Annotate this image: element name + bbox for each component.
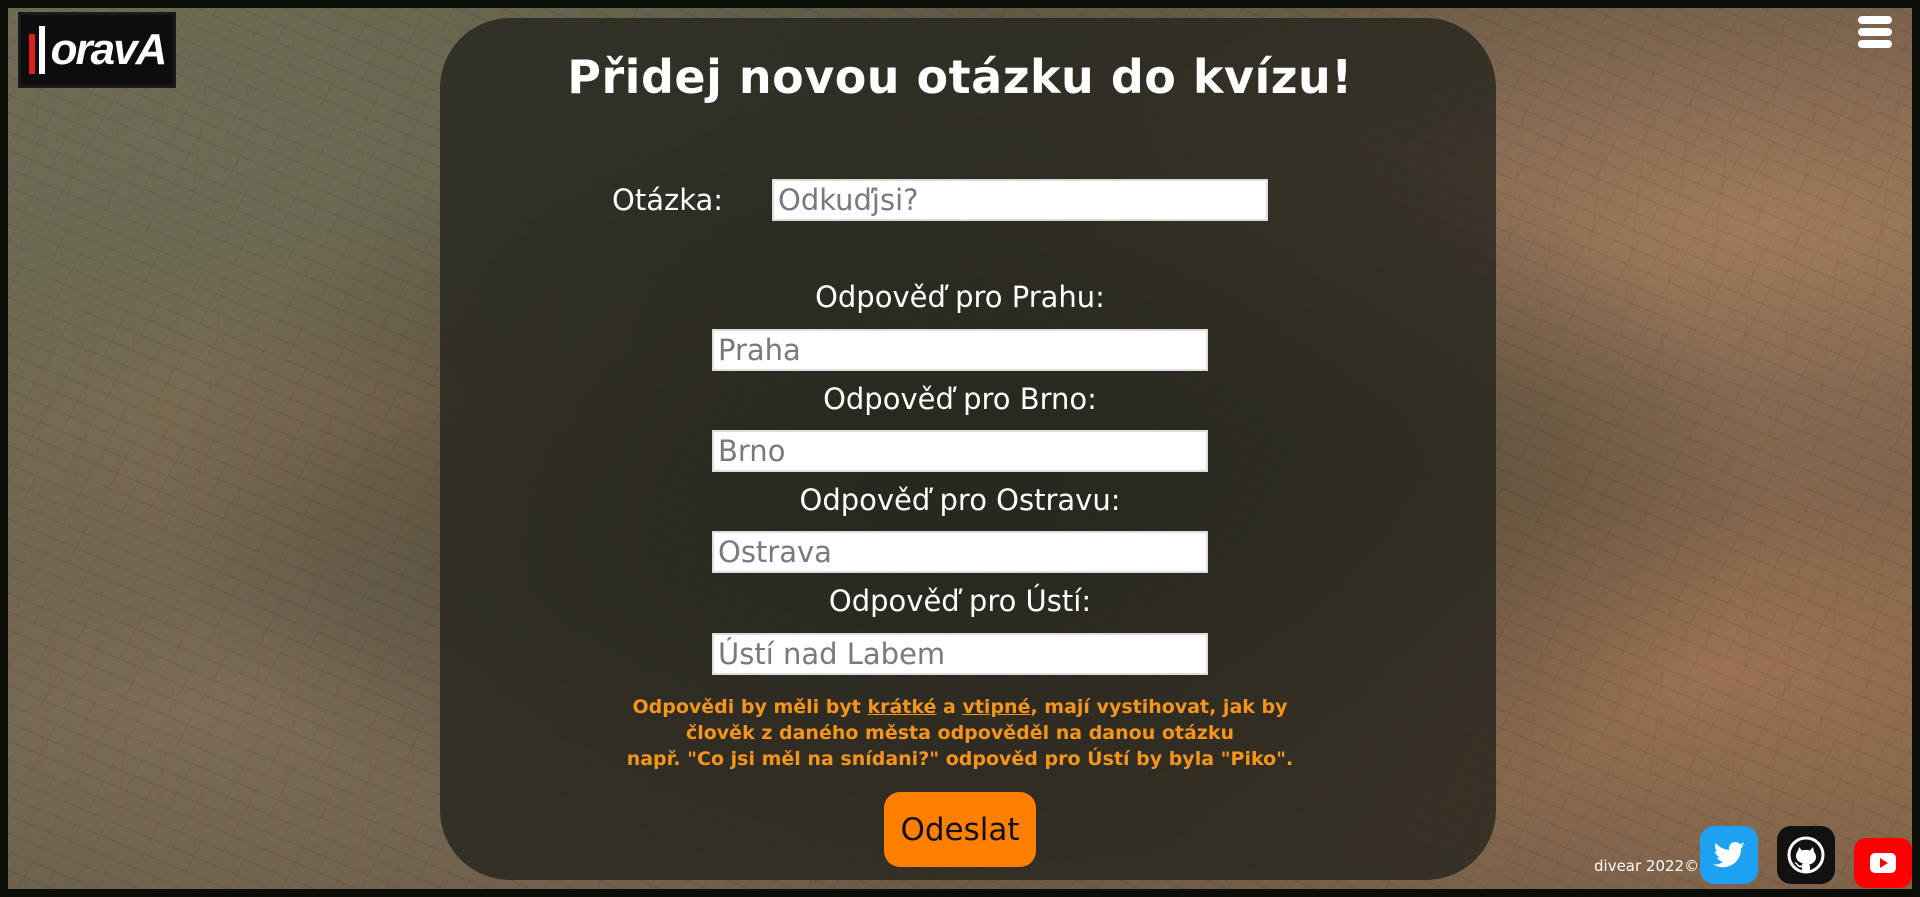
page-title: Přidej novou otázku do kvízu! — [567, 50, 1353, 104]
note-prefix: Odpovědi by měli byt — [632, 696, 868, 718]
copyright: divear 2022© — [1594, 857, 1700, 875]
note-word-short: krátké — [867, 696, 937, 718]
youtube-icon[interactable] — [1854, 838, 1912, 888]
github-icon[interactable] — [1777, 826, 1835, 884]
question-label: Otázka: — [612, 183, 724, 217]
answer-input-usti[interactable] — [712, 633, 1208, 675]
hamburger-icon[interactable] — [1858, 16, 1892, 52]
answer-label-praha: Odpověď pro Prahu: — [815, 280, 1105, 314]
note-line-3: např. "Co jsi měl na snídani?" odpověd p… — [626, 748, 1294, 770]
answer-guidelines: Odpovědi by měli byt krátké a vtipné, ma… — [432, 694, 1488, 772]
answer-input-ostrava[interactable] — [712, 531, 1208, 573]
logo[interactable]: oravA — [18, 12, 176, 88]
submit-button[interactable]: Odeslat — [884, 792, 1036, 867]
answer-label-ostrava: Odpověď pro Ostravu: — [799, 483, 1121, 517]
answer-label-brno: Odpověď pro Brno: — [823, 382, 1097, 416]
answer-input-brno[interactable] — [712, 430, 1208, 472]
answer-input-praha[interactable] — [712, 329, 1208, 371]
twitter-icon[interactable] — [1700, 826, 1758, 884]
logo-text: oravA — [50, 25, 168, 74]
note-line-2: člověk z daného města odpověděl na danou… — [685, 722, 1235, 744]
answer-label-usti: Odpověď pro Ústí: — [828, 584, 1092, 618]
note-suffix: , mají vystihovat, jak by — [1030, 696, 1288, 718]
note-middle: a — [936, 696, 963, 718]
note-word-funny: vtipné — [962, 696, 1031, 718]
logo-mark — [28, 26, 45, 74]
question-input[interactable] — [772, 179, 1268, 221]
